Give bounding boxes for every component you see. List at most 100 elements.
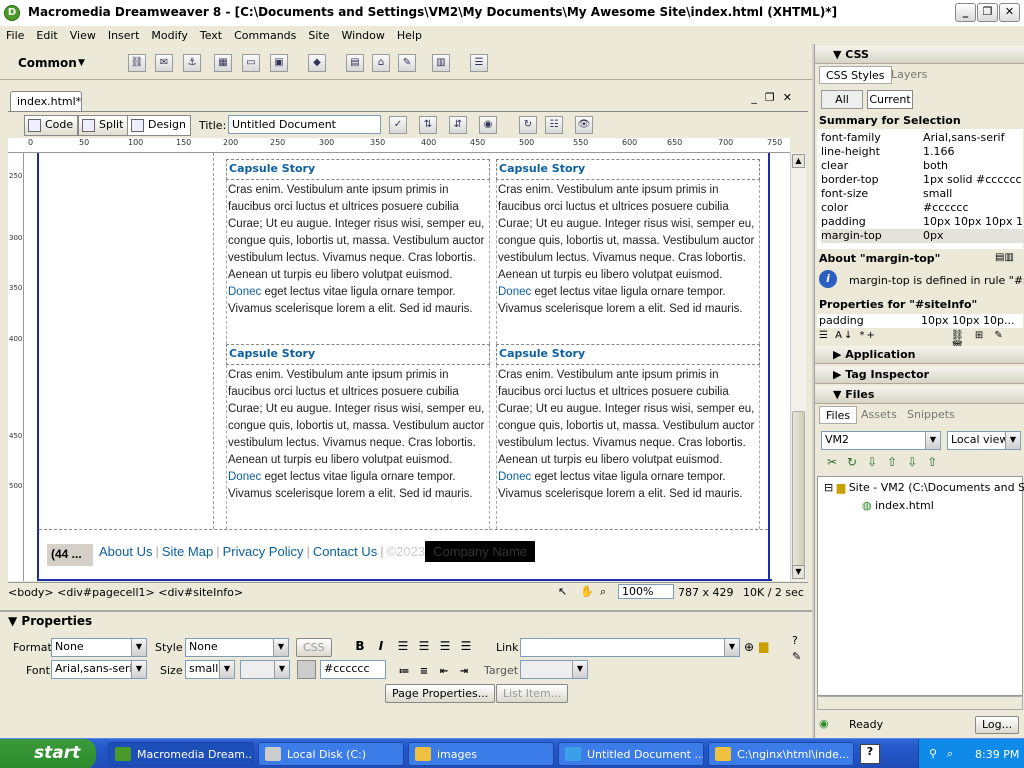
properties-header[interactable]: ▼ Properties <box>8 614 92 628</box>
dreamweaver-app-icon[interactable]: D <box>4 5 20 21</box>
current-mode-button[interactable]: Current <box>867 90 913 109</box>
list-item-button[interactable]: List Item... <box>496 684 569 703</box>
close-button[interactable]: ✕ <box>999 3 1020 22</box>
scroll-down-icon[interactable]: ▼ <box>792 565 805 579</box>
font-select[interactable]: Arial,sans-serif ▼ <box>51 660 147 679</box>
style-select[interactable]: None ▼ <box>185 638 289 657</box>
tag-chooser-icon[interactable]: ☰ <box>470 54 488 72</box>
props-row[interactable]: padding 10px 10px 10p... <box>817 314 1023 328</box>
menu-edit[interactable]: Edit <box>30 29 63 42</box>
help-icon[interactable]: ? <box>792 634 798 647</box>
templates-icon[interactable]: ▥ <box>432 54 450 72</box>
split-view-button[interactable]: Split <box>78 115 129 136</box>
files-toolbar-icons[interactable]: ✂↻⇩⇧⇩⇧ <box>827 455 947 469</box>
view-toggle-icons[interactable]: ☰ A↓ *+ <box>819 330 877 341</box>
menu-insert[interactable]: Insert <box>102 29 146 42</box>
summary-row[interactable]: padding 10px 10px 10px 1... <box>821 215 1024 229</box>
tag-selector[interactable]: <body> <div#pagecell1> <div#siteInfo> <box>8 586 243 599</box>
italic-button[interactable]: I <box>373 638 389 654</box>
align-right-icon[interactable]: ☰ <box>437 638 453 654</box>
date-icon[interactable]: ▤ <box>346 54 364 72</box>
story-body[interactable]: Cras enim. Vestibulum ante ipsum primis … <box>226 180 490 344</box>
unordered-list-icon[interactable]: ≔ <box>396 664 412 680</box>
story-title[interactable]: Capsule Story <box>496 159 760 180</box>
tab-css-styles[interactable]: CSS Styles <box>819 66 892 84</box>
hyperlink-icon[interactable]: ⛓ <box>128 54 146 72</box>
story-title[interactable]: Capsule Story <box>496 344 760 365</box>
task-dreamweaver[interactable]: Macromedia Dream... <box>108 742 254 766</box>
named-anchor-icon[interactable]: ⚓ <box>183 54 201 72</box>
check-compatibility-icon[interactable]: ✓ <box>389 116 407 134</box>
zoom-select[interactable]: 100% <box>618 584 674 599</box>
menu-commands[interactable]: Commands <box>228 29 302 42</box>
document-window-controls[interactable]: _❐✕ <box>751 91 800 104</box>
menu-text[interactable]: Text <box>194 29 228 42</box>
summary-list[interactable]: font-family Arial,sans-serif line-height 1… <box>817 129 1024 249</box>
css-panel-header[interactable]: ▼ CSS <box>815 46 1024 64</box>
application-panel-header[interactable]: ▶ Application <box>815 346 1024 364</box>
summary-row[interactable]: color #cccccc <box>821 201 1024 215</box>
summary-row[interactable]: clear both <box>821 159 1024 173</box>
visual-aids-icon[interactable]: 👁 <box>575 116 593 134</box>
show-cascade-icon[interactable]: ▤▥ <box>995 252 1014 263</box>
menu-site[interactable]: Site <box>302 29 335 42</box>
design-canvas[interactable]: Capsule Story Cras enim. Vestibulum ante… <box>24 153 790 581</box>
story-title[interactable]: Capsule Story <box>226 344 490 365</box>
footer-link-contact[interactable]: Contact Us <box>313 544 377 559</box>
menu-file[interactable]: File <box>0 29 30 42</box>
site-info-footer[interactable]: (44 ... About Us | Site Map | Privacy Policy… <box>39 529 768 579</box>
preview-browser-icon[interactable]: ◉ <box>479 116 497 134</box>
summary-row-selected[interactable]: margin-top 0px <box>821 229 1024 243</box>
summary-row[interactable]: line-height 1.166 <box>821 145 1024 159</box>
quick-tag-editor-icon[interactable]: ✎ <box>792 650 801 663</box>
task-browser[interactable]: Untitled Document ... <box>558 742 704 766</box>
document-title-input[interactable] <box>228 115 381 134</box>
summary-row[interactable]: font-family Arial,sans-serif <box>821 131 1024 145</box>
story-block[interactable]: Capsule Story Cras enim. Vestibulum ante… <box>226 344 490 529</box>
pointer-tool-icon[interactable]: ↖ <box>558 585 567 598</box>
server-include-icon[interactable]: ⌂ <box>372 54 390 72</box>
footer-company-name[interactable]: Company Name <box>425 541 536 562</box>
site-select[interactable]: VM2 ▼ <box>821 431 941 450</box>
task-images[interactable]: images <box>408 742 554 766</box>
hand-tool-icon[interactable]: ✋ <box>580 585 594 598</box>
size-select[interactable]: small ▼ <box>185 660 235 679</box>
story-link[interactable]: Donec <box>498 286 531 298</box>
task-explorer[interactable]: C:\nginx\html\inde... <box>708 742 854 766</box>
task-local-disk[interactable]: Local Disk (C:) <box>258 742 404 766</box>
summary-row[interactable]: font-size small <box>821 187 1024 201</box>
tab-layers[interactable]: Layers <box>885 66 933 84</box>
color-swatch[interactable] <box>297 660 316 679</box>
vertical-scrollbar[interactable]: ▲ ▼ <box>790 153 806 581</box>
ordered-list-icon[interactable]: ≡ <box>416 664 432 680</box>
start-button[interactable]: start <box>0 739 96 768</box>
tab-assets[interactable]: Assets <box>855 406 903 424</box>
email-link-icon[interactable]: ✉ <box>155 54 173 72</box>
refresh-icon[interactable]: ↻ <box>519 116 537 134</box>
tree-site-root[interactable]: ⊟ ▆ Site - VM2 (C:\Documents and Se <box>824 481 1024 494</box>
put-get-icon[interactable]: ⇵ <box>449 116 467 134</box>
zoom-tool-icon[interactable]: ⌕ <box>600 585 606 599</box>
table-icon[interactable]: ▦ <box>214 54 232 72</box>
story-title[interactable]: Capsule Story <box>226 159 490 180</box>
story-block[interactable]: Capsule Story Cras enim. Vestibulum ante… <box>496 344 760 529</box>
story-link[interactable]: Donec <box>228 286 261 298</box>
story-block[interactable]: Capsule Story Cras enim. Vestibulum ante… <box>496 159 760 344</box>
story-link[interactable]: Donec <box>228 471 261 483</box>
files-tree[interactable]: ⊟ ▆ Site - VM2 (C:\Documents and Se ◍ in… <box>817 476 1024 696</box>
tab-files[interactable]: Files <box>819 406 858 424</box>
search-icon[interactable]: ⌕ <box>947 747 953 761</box>
log-button[interactable]: Log... <box>975 716 1020 734</box>
window-size[interactable]: 787 x 429 <box>678 586 734 599</box>
page-properties-button[interactable]: Page Properties... <box>385 684 496 703</box>
scroll-thumb[interactable] <box>792 411 805 567</box>
story-body[interactable]: Cras enim. Vestibulum ante ipsum primis … <box>496 365 760 529</box>
link-input[interactable]: ▼ <box>520 638 740 657</box>
comment-icon[interactable]: ✎ <box>398 54 416 72</box>
code-view-button[interactable]: Code <box>24 115 79 136</box>
chevron-down-icon[interactable]: ▼ <box>78 58 85 68</box>
summary-row[interactable]: border-top 1px solid #cccccc <box>821 173 1024 187</box>
image-icon[interactable]: ▣ <box>270 54 288 72</box>
footer-link-privacy[interactable]: Privacy Policy <box>223 544 304 559</box>
browse-folder-icon[interactable]: ▆ <box>759 639 768 653</box>
